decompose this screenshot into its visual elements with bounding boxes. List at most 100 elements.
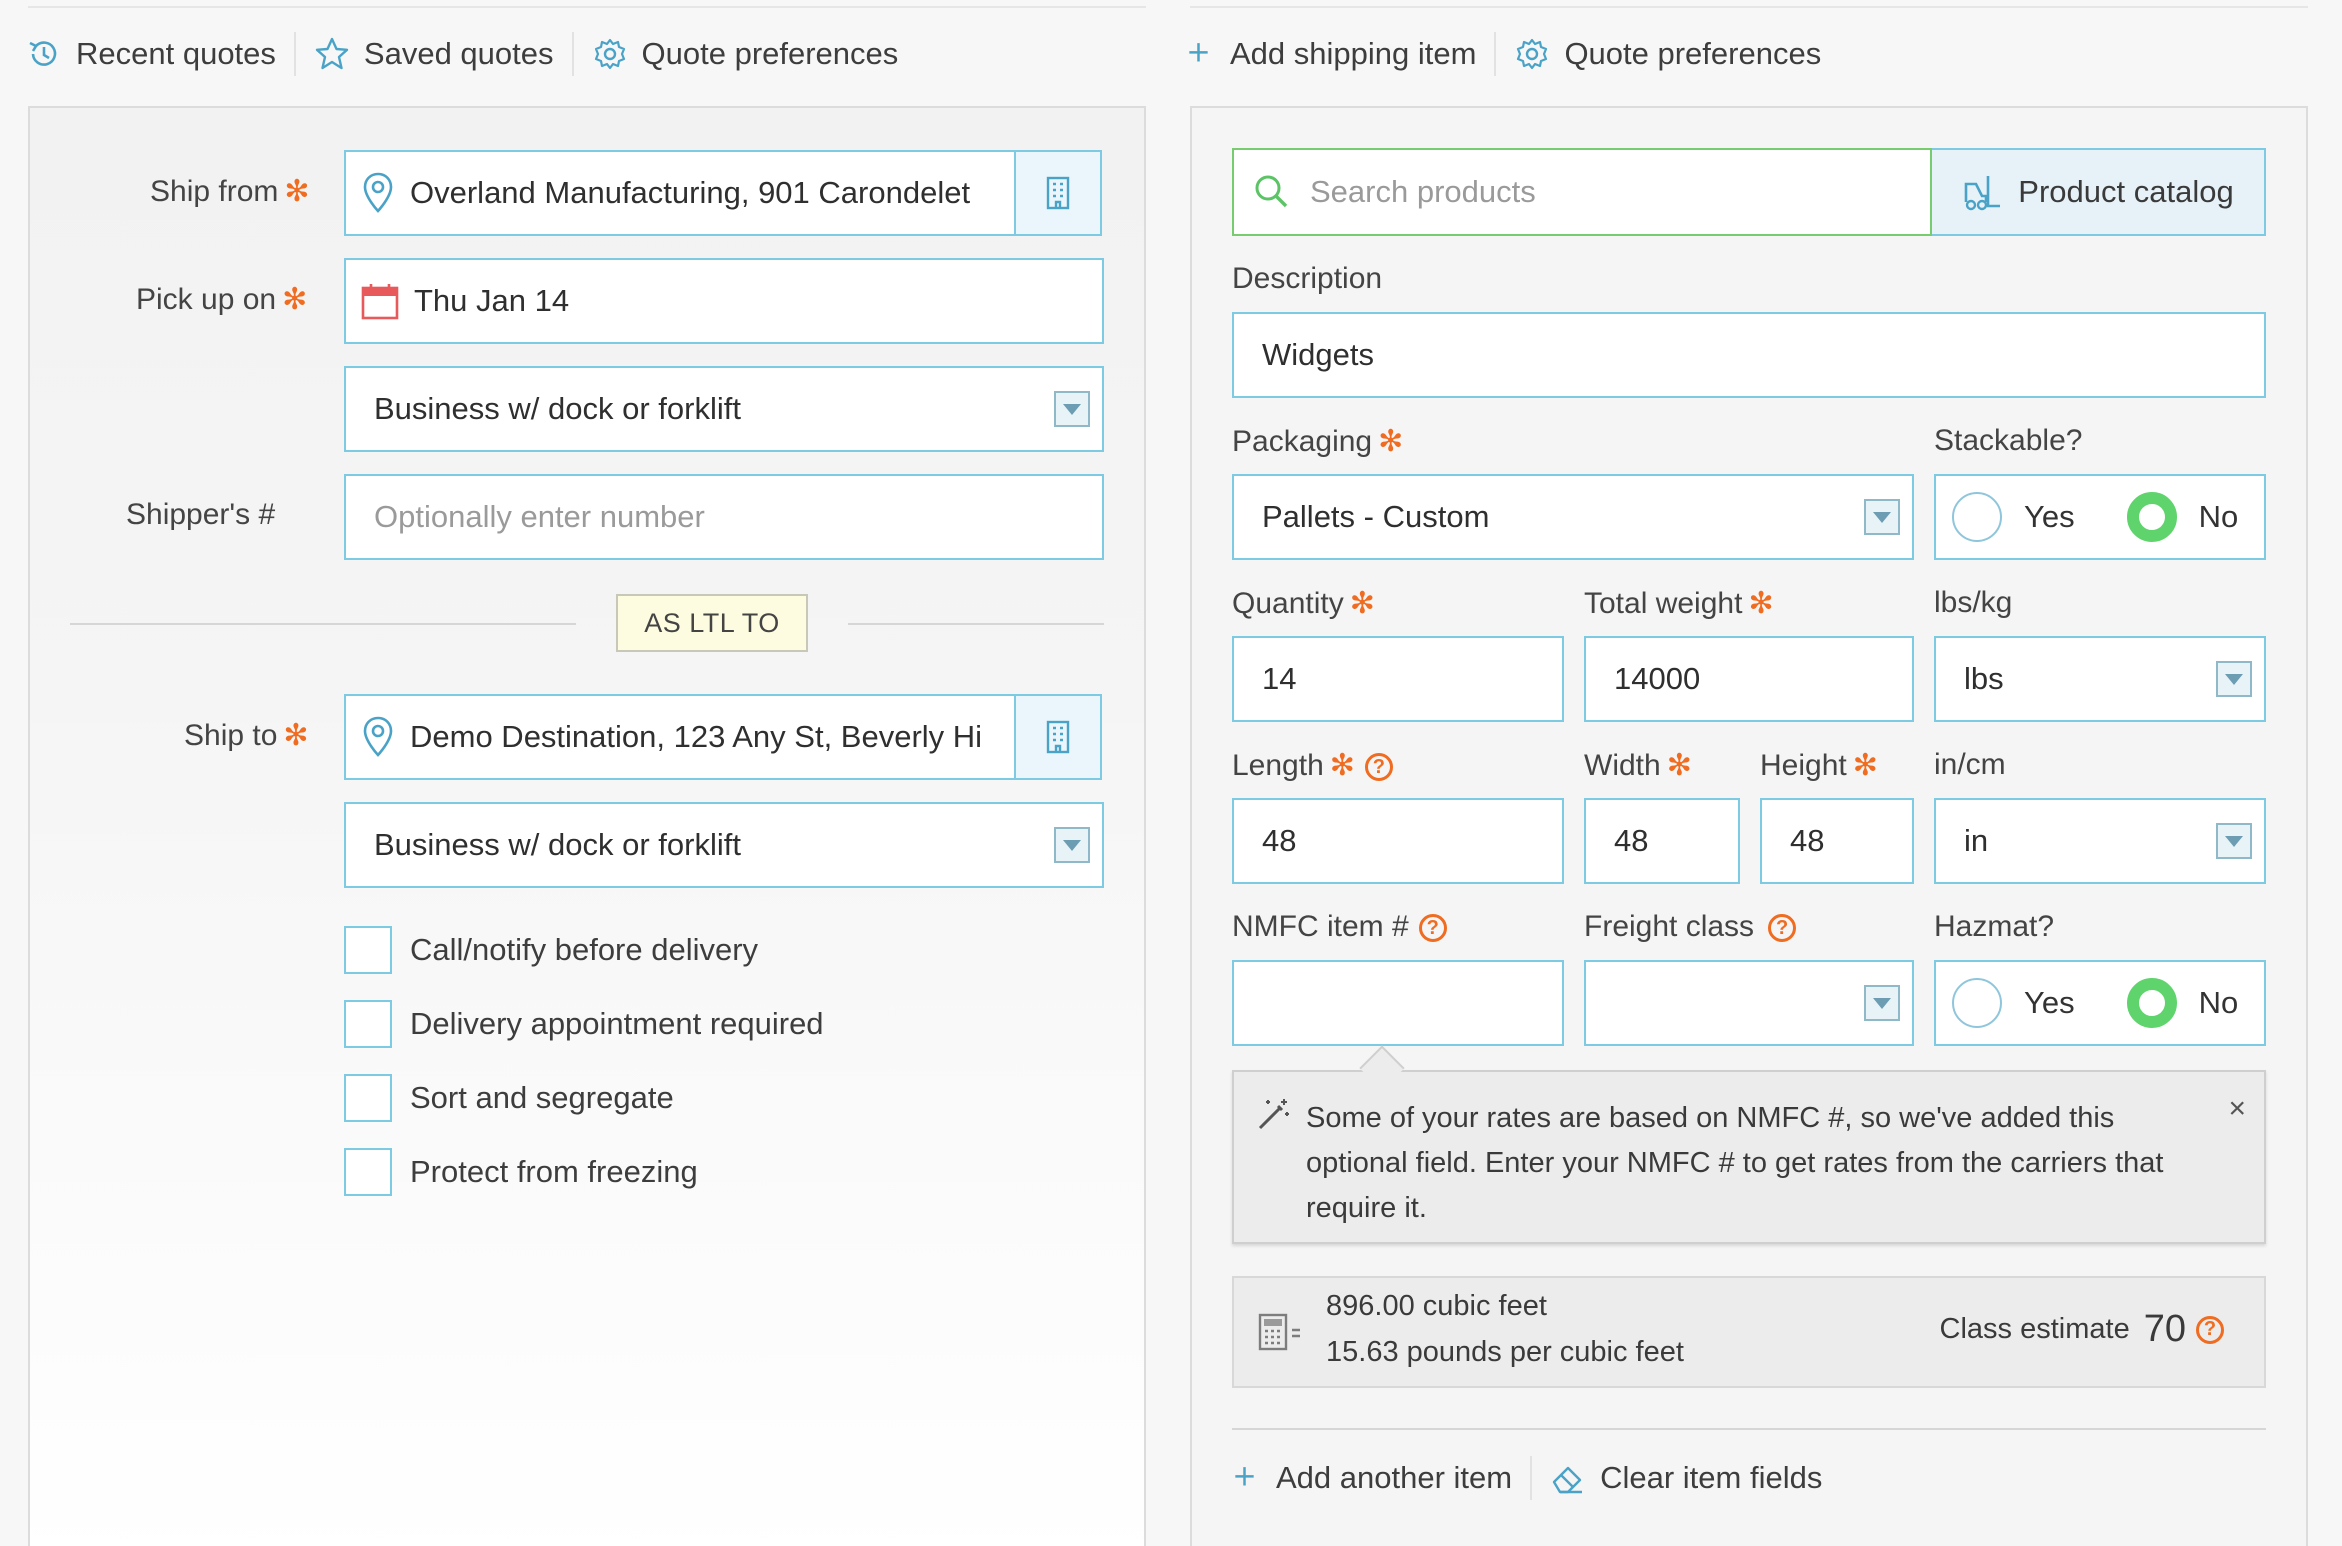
- dimension-unit-value: in: [1964, 823, 1989, 858]
- accessorial-label: Sort and segregate: [410, 1080, 674, 1115]
- checkbox[interactable]: [344, 1148, 392, 1196]
- gear-icon: [1517, 38, 1548, 70]
- dimension-unit-select[interactable]: in: [1934, 798, 2266, 884]
- checkbox[interactable]: [344, 1000, 392, 1048]
- weight-unit-label: lbs/kg: [1934, 586, 2013, 619]
- add-shipping-item-link[interactable]: Add shipping item: [1186, 36, 1476, 72]
- density-summary: 896.00 cubic feet 15.63 pounds per cubic…: [1232, 1276, 2266, 1388]
- close-icon[interactable]: ×: [2228, 1086, 2246, 1131]
- yes-label: Yes: [2024, 985, 2075, 1020]
- toolbar-separator: [293, 32, 296, 76]
- star-icon: [315, 37, 349, 70]
- stackable-label: Stackable?: [1934, 424, 2083, 457]
- stackable-no-radio[interactable]: [2126, 492, 2177, 542]
- saved-quotes-link[interactable]: Saved quotes: [314, 36, 554, 72]
- height-label: Height ✻: [1760, 749, 1878, 782]
- add-another-item-link[interactable]: Add another item: [1232, 1460, 1512, 1496]
- width-input[interactable]: 48: [1584, 798, 1740, 884]
- address-book-button[interactable]: [1014, 696, 1100, 778]
- address-book-button[interactable]: [1014, 152, 1100, 234]
- quantity-input[interactable]: 14: [1232, 636, 1564, 722]
- packaging-label: Packaging ✻: [1232, 425, 1404, 458]
- cubic-feet-value: 896.00 cubic feet: [1326, 1290, 1547, 1322]
- product-catalog-button[interactable]: Product catalog: [1932, 148, 2266, 236]
- left-toolbar: Recent quotes Saved quotes Quote prefere…: [26, 26, 898, 82]
- right-toolbar: Add shipping item Quote preferences: [1186, 26, 1821, 82]
- hazmat-no-radio[interactable]: [2126, 978, 2177, 1028]
- packaging-select[interactable]: Pallets - Custom: [1232, 474, 1914, 560]
- quote-preferences-label: Quote preferences: [641, 36, 899, 71]
- total-weight-input[interactable]: 14000: [1584, 636, 1914, 722]
- recent-quotes-link[interactable]: Recent quotes: [26, 36, 276, 72]
- nmfc-input[interactable]: [1232, 960, 1564, 1046]
- section-divider: [1232, 1428, 2266, 1430]
- checkbox[interactable]: [344, 926, 392, 974]
- required-asterisk: ✻: [1329, 749, 1355, 782]
- location-pin-icon: [363, 716, 393, 757]
- pickup-label: Pick up on ✻: [136, 283, 308, 316]
- accessorial-protect-freezing[interactable]: Protect from freezing: [344, 1148, 698, 1196]
- width-label: Width ✻: [1584, 749, 1692, 782]
- description-value: Widgets: [1262, 337, 1374, 372]
- item-actions: Add another item Clear item fields: [1232, 1448, 1822, 1508]
- search-products-input[interactable]: Search products: [1232, 148, 1932, 236]
- ship-to-value: Demo Destination, 123 Any St, Beverly Hi: [410, 719, 983, 754]
- quote-preferences-link-right[interactable]: Quote preferences: [1514, 36, 1821, 72]
- shippers-number-input[interactable]: Optionally enter number: [344, 474, 1104, 560]
- pickup-date-value: Thu Jan 14: [414, 283, 570, 318]
- ship-from-value: Overland Manufacturing, 901 Carondelet: [410, 175, 971, 210]
- calculator-icon: [1258, 1313, 1300, 1351]
- weight-unit-select[interactable]: lbs: [1934, 636, 2266, 722]
- origin-location-type-select[interactable]: Business w/ dock or forklift: [344, 366, 1104, 452]
- help-icon[interactable]: ?: [1768, 914, 1797, 943]
- left-top-divider: [28, 6, 1146, 8]
- hazmat-label: Hazmat?: [1934, 910, 2055, 943]
- building-icon: [1046, 720, 1070, 754]
- product-search: Search products Product catalog: [1232, 148, 2266, 236]
- accessorial-sort-segregate[interactable]: Sort and segregate: [344, 1074, 674, 1122]
- forklift-icon: [1964, 176, 2001, 211]
- accessorial-appointment[interactable]: Delivery appointment required: [344, 1000, 824, 1048]
- chevron-down-icon: [1864, 985, 1900, 1021]
- stackable-radio-group: Yes No: [1934, 474, 2266, 560]
- toolbar-separator: [1494, 32, 1497, 76]
- help-icon[interactable]: ?: [1418, 914, 1447, 943]
- stackable-yes-radio[interactable]: [1952, 492, 2002, 542]
- quote-preferences-link[interactable]: Quote preferences: [592, 36, 899, 72]
- toolbar-separator: [1530, 1456, 1533, 1500]
- chevron-down-icon: [1864, 499, 1900, 535]
- required-asterisk: ✻: [1349, 587, 1375, 620]
- history-icon: [29, 41, 57, 66]
- ship-from-input[interactable]: Overland Manufacturing, 901 Carondelet: [344, 150, 1102, 236]
- section-divider: [70, 623, 576, 625]
- dimension-unit-label: in/cm: [1934, 748, 2006, 781]
- clear-item-fields-label: Clear item fields: [1600, 1460, 1823, 1495]
- help-icon[interactable]: ?: [1364, 753, 1393, 782]
- description-input[interactable]: Widgets: [1232, 312, 2266, 398]
- freight-class-select[interactable]: [1584, 960, 1914, 1046]
- nmfc-tooltip: Some of your rates are based on NMFC #, …: [1232, 1070, 2266, 1244]
- right-top-divider: [1190, 6, 2308, 8]
- pickup-date-input[interactable]: Thu Jan 14: [344, 258, 1104, 344]
- plus-icon: [1235, 1467, 1254, 1486]
- building-icon: [1046, 176, 1070, 210]
- origin-location-type-value: Business w/ dock or forklift: [374, 391, 741, 426]
- help-icon[interactable]: ?: [2196, 1315, 2224, 1344]
- class-estimate-value: 70: [2143, 1308, 2186, 1350]
- accessorial-label: Delivery appointment required: [410, 1006, 824, 1041]
- destination-location-type-select[interactable]: Business w/ dock or forklift: [344, 802, 1104, 888]
- height-input[interactable]: 48: [1760, 798, 1914, 884]
- checkbox[interactable]: [344, 1074, 392, 1122]
- hazmat-yes-radio[interactable]: [1952, 978, 2002, 1028]
- saved-quotes-label: Saved quotes: [363, 36, 554, 71]
- accessorial-call-notify[interactable]: Call/notify before delivery: [344, 926, 758, 974]
- length-input[interactable]: 48: [1232, 798, 1564, 884]
- eraser-icon: [1552, 1466, 1583, 1494]
- destination-location-type-value: Business w/ dock or forklift: [374, 827, 741, 862]
- no-label: No: [2198, 499, 2239, 534]
- required-asterisk: ✻: [1378, 425, 1404, 458]
- plus-icon: [1189, 43, 1208, 62]
- ship-to-input[interactable]: Demo Destination, 123 Any St, Beverly Hi: [344, 694, 1102, 780]
- magic-wand-icon: [1258, 1099, 1289, 1130]
- clear-item-fields-link[interactable]: Clear item fields: [1550, 1460, 1822, 1496]
